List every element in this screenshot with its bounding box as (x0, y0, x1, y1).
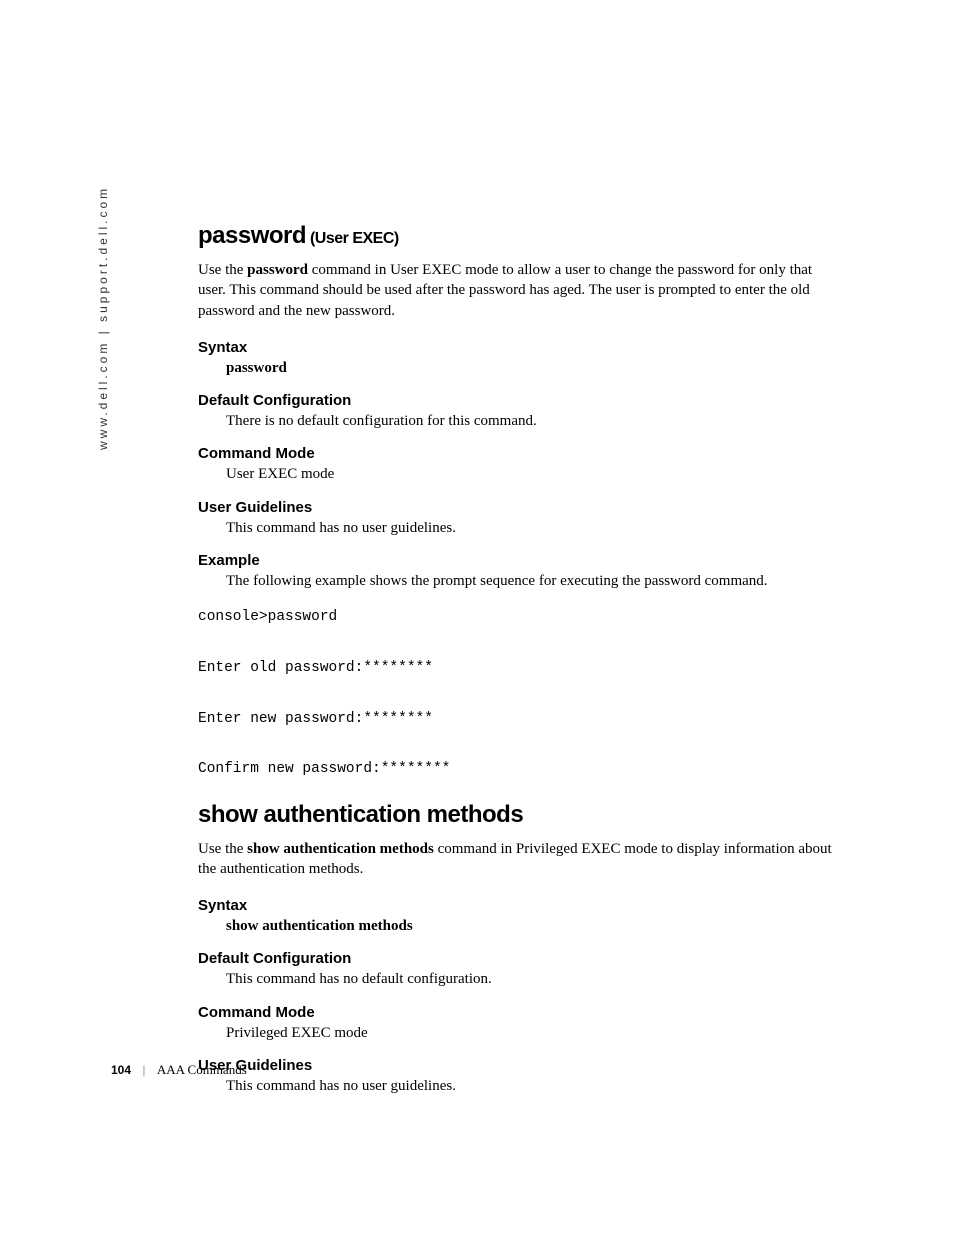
default-config-body: There is no default configuration for th… (226, 411, 838, 431)
page-number: 104 (111, 1063, 131, 1077)
intro-pre: Use the (198, 262, 247, 278)
user-guidelines-heading: User Guidelines (198, 499, 838, 516)
page-footer: 104 | AAA Commands (111, 1062, 247, 1078)
example-body: The following example shows the prompt s… (226, 571, 838, 591)
command-mode-heading: Command Mode (198, 445, 838, 462)
user-guidelines-section: User Guidelines This command has no user… (198, 499, 838, 538)
user-guidelines-heading-2: User Guidelines (198, 1057, 838, 1074)
user-guidelines-section-2: User Guidelines This command has no user… (198, 1057, 838, 1096)
default-config-heading: Default Configuration (198, 392, 838, 409)
user-guidelines-body-2: This command has no user guidelines. (226, 1076, 838, 1096)
example-section: Example The following example shows the … (198, 552, 838, 591)
example-heading: Example (198, 552, 838, 569)
intro-pre-2: Use the (198, 841, 247, 857)
syntax-heading: Syntax (198, 339, 838, 356)
section-heading-show-auth: show authentication methods (198, 801, 838, 829)
default-config-section-2: Default Configuration This command has n… (198, 950, 838, 989)
default-config-section: Default Configuration There is no defaul… (198, 392, 838, 431)
syntax-heading-2: Syntax (198, 897, 838, 914)
intro-bold: password (247, 262, 308, 278)
user-guidelines-body: This command has no user guidelines. (226, 518, 838, 538)
command-mode-body: User EXEC mode (226, 464, 838, 484)
syntax-body: password (226, 358, 838, 378)
intro-bold-2: show authentication methods (247, 841, 434, 857)
command-mode-heading-2: Command Mode (198, 1004, 838, 1021)
syntax-section: Syntax password (198, 339, 838, 378)
intro-paragraph-2: Use the show authentication methods comm… (198, 839, 838, 880)
console-output: console>password Enter old password:****… (198, 605, 838, 783)
heading-sub: (User EXEC) (306, 230, 399, 247)
page-content: password (User EXEC) Use the password co… (198, 222, 838, 1110)
heading-main: password (198, 222, 306, 249)
default-config-heading-2: Default Configuration (198, 950, 838, 967)
sidebar-url-text: www.dell.com | support.dell.com (96, 186, 110, 450)
footer-section-name: AAA Commands (157, 1062, 247, 1077)
syntax-body-2: show authentication methods (226, 916, 838, 936)
default-config-body-2: This command has no default configuratio… (226, 969, 838, 989)
syntax-section-2: Syntax show authentication methods (198, 897, 838, 936)
intro-paragraph: Use the password command in User EXEC mo… (198, 260, 838, 321)
command-mode-section: Command Mode User EXEC mode (198, 445, 838, 484)
section-heading-password: password (User EXEC) (198, 222, 838, 250)
command-mode-body-2: Privileged EXEC mode (226, 1023, 838, 1043)
command-mode-section-2: Command Mode Privileged EXEC mode (198, 1004, 838, 1043)
footer-separator: | (142, 1063, 145, 1077)
